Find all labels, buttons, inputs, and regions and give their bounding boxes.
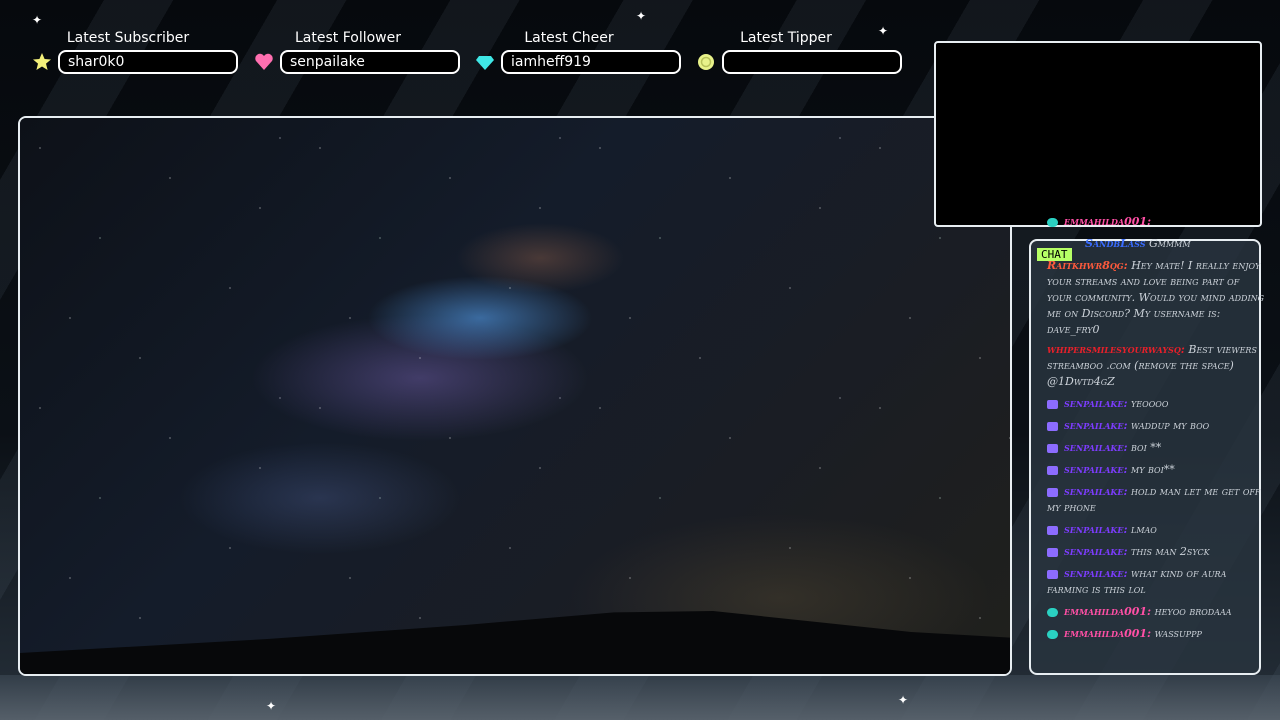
sub-badge-icon [1047,421,1058,431]
stat-value: shar0k0 [58,50,238,74]
stat-label: Latest Follower [295,30,401,46]
stat-label: Latest Cheer [524,30,614,46]
stat-value: senpailake [280,50,460,74]
main-video-frame [18,116,1012,676]
sub-badge-icon [1047,525,1058,535]
chat-message: Raitkhwr8qg: Hey mate! I really enjoy yo… [1047,259,1265,336]
coin-icon [698,54,714,70]
sub-badge-icon [1047,465,1058,475]
sparkle-icon: ✦ [32,13,43,27]
sub-badge-icon [1047,443,1058,453]
chat-message: emmahilda001: wassuppp [1047,626,1265,642]
webcam-frame [934,41,1262,227]
stat-label: Latest Tipper [740,30,832,46]
cheer-badge-icon [1047,217,1058,227]
chat-message: senpailake: hold man let me get off my p… [1047,485,1261,514]
sub-badge-icon [1047,547,1058,557]
sub-badge-icon [1047,399,1058,409]
chat-message: senpailake: lmao [1047,522,1265,538]
cheer-badge-icon [1047,629,1058,639]
star-icon [33,53,51,70]
sub-badge-icon [1047,569,1058,579]
chat-top-line: emmahilda001: [1047,214,1265,230]
sparkle-icon: ✦ [898,693,909,707]
chat-message: SandbLass Gmmmm [1085,237,1191,250]
stars-layer [20,118,1010,674]
sparkle-icon: ✦ [636,9,647,23]
chat-message: senpailake: what kind of aura farming is… [1047,567,1227,596]
stat-value: iamheff919 [501,50,681,74]
sparkle-icon: ✦ [878,24,889,38]
chat-message: senpailake: yeoooo [1047,396,1265,412]
stat-value [722,50,902,74]
stat-label: Latest Subscriber [66,30,190,46]
chat-message: emmahilda001: heyoo brodaaa [1047,604,1265,620]
chat-message: whipersmilesyourwaysq: Best viewers stre… [1047,343,1257,388]
bottom-band [0,675,1280,720]
sub-badge-icon [1047,487,1058,497]
cheer-badge-icon [1047,607,1058,617]
chat-message: senpailake: my boi** [1047,462,1265,478]
chat-message: senpailake: this man 2syck [1047,544,1265,560]
chat-message: senpailake: waddup my boo [1047,418,1265,434]
sparkle-icon: ✦ [266,699,277,713]
gem-icon [476,56,494,70]
heart-icon [255,53,273,70]
chat-message: senpailake: boi ** [1047,440,1265,456]
